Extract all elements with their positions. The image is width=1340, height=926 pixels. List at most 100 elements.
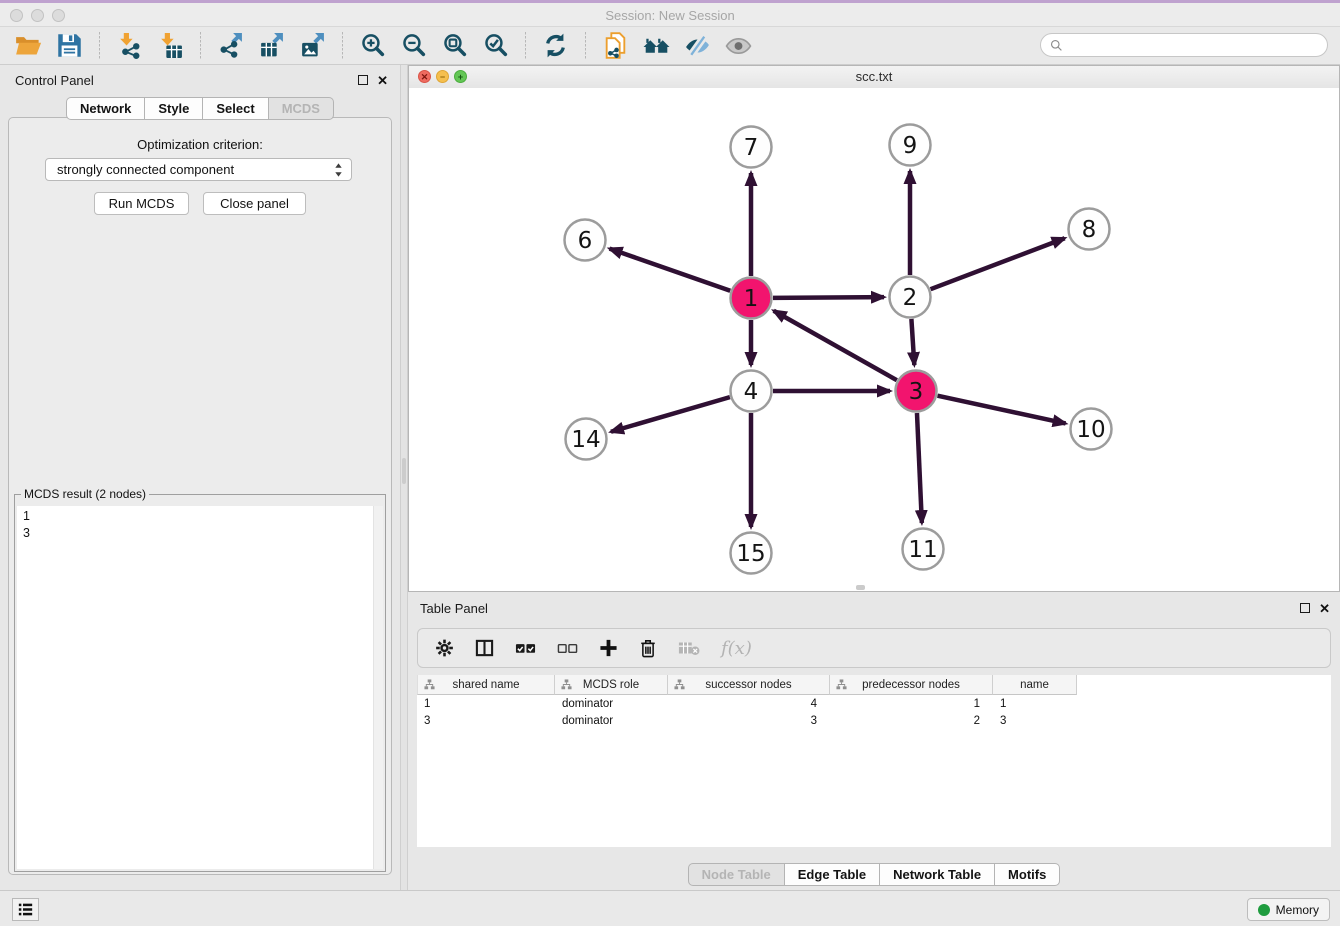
mcds-result-title: MCDS result (2 nodes) [21,487,149,501]
cell-successor-nodes[interactable]: 4 [668,698,830,715]
table-row: 3dominator323 [417,715,1331,732]
search-input[interactable] [1068,37,1327,53]
tab-network-table[interactable]: Network Table [880,863,995,886]
column-header-shared-name[interactable]: shared name [417,675,555,695]
zoom-fit-icon[interactable] [437,31,472,61]
splitter-grip[interactable] [402,458,406,484]
network-canvas[interactable]: 7968124314101511 [409,88,1339,591]
toolbar-separator [99,32,100,60]
function-builder-icon: f(x) [721,638,752,659]
zoom-in-icon[interactable] [355,31,390,61]
run-mcds-button[interactable]: Run MCDS [94,192,189,215]
save-icon[interactable] [52,31,87,61]
table-toolbar: f(x) [417,628,1331,668]
mcds-result-area[interactable]: 13 [17,506,383,869]
tab-mcds[interactable]: MCDS [269,97,334,120]
unselect-all-icon[interactable] [557,638,578,658]
refresh-icon[interactable] [538,31,573,61]
table-row: 1dominator411 [417,698,1331,715]
zoom-out-icon[interactable] [396,31,431,61]
edge-2-3[interactable] [911,319,914,365]
memory-button[interactable]: Memory [1247,898,1330,921]
cell-predecessor-nodes[interactable]: 1 [830,698,993,715]
export-table-icon[interactable] [254,31,289,61]
node-table: shared nameMCDS rolesuccessor nodesprede… [417,675,1331,847]
edge-1-2[interactable] [773,297,884,298]
tab-style[interactable]: Style [145,97,203,120]
toolbar-separator [585,32,586,60]
tab-node-table[interactable]: Node Table [688,863,785,886]
hide-eye-icon[interactable] [680,31,715,61]
memory-status-icon [1258,904,1270,916]
open-folder-icon[interactable] [11,31,46,61]
home-icon[interactable] [639,31,674,61]
table-body: 1dominator4113dominator323 [417,698,1331,732]
network-graph[interactable]: 7968124314101511 [409,88,1339,591]
network-window-titlebar[interactable]: ✕ − + scc.txt [409,66,1339,89]
criterion-select[interactable]: strongly connected component [45,158,352,181]
node-label: 10 [1076,417,1105,443]
cell-name[interactable]: 1 [993,698,1077,715]
node-label: 7 [744,135,759,161]
result-scrollbar[interactable] [373,506,383,869]
tab-edge-table[interactable]: Edge Table [785,863,880,886]
node-label: 6 [578,228,593,254]
column-header-successor-nodes[interactable]: successor nodes [668,675,830,695]
toolbar-separator [342,32,343,60]
table-panel-title: Table Panel [420,601,488,616]
gear-icon[interactable] [435,638,454,658]
float-table-panel-icon[interactable] [1300,603,1310,613]
import-table-icon[interactable] [153,31,188,61]
import-network-icon[interactable] [112,31,147,61]
select-all-icon[interactable] [515,638,536,658]
column-header-name[interactable]: name [993,675,1077,695]
tab-select[interactable]: Select [203,97,268,120]
cell-shared-name[interactable]: 1 [417,698,555,715]
control-panel-title: Control Panel [15,73,94,88]
split-column-icon[interactable] [475,638,494,658]
list-icon [17,902,34,917]
edge-1-6[interactable] [610,249,731,291]
zoom-selected-icon[interactable] [478,31,513,61]
table-panel: Table Panel ✕ f(x) shared nameMCDS roles… [408,595,1340,890]
memory-label: Memory [1276,903,1319,917]
tab-network[interactable]: Network [66,97,145,120]
canvas-scroll-grip[interactable] [856,585,865,590]
add-icon[interactable] [599,638,618,658]
cell-mcds-role[interactable]: dominator [555,715,668,732]
show-eye-icon[interactable] [721,31,756,61]
node-label: 9 [903,133,918,159]
close-table-panel-icon[interactable]: ✕ [1319,602,1330,615]
edge-4-14[interactable] [611,397,730,432]
search-box[interactable] [1040,33,1328,57]
cell-mcds-role[interactable]: dominator [555,698,668,715]
cell-name[interactable]: 3 [993,715,1077,732]
export-network-icon[interactable] [213,31,248,61]
network-window-title: scc.txt [409,69,1339,84]
float-panel-icon[interactable] [358,75,368,85]
window-titlebar: Session: New Session [0,0,1340,27]
task-history-button[interactable] [12,898,39,921]
edge-3-10[interactable] [937,396,1065,424]
toolbar-separator [200,32,201,60]
toolbar-separator [525,32,526,60]
cell-shared-name[interactable]: 3 [417,715,555,732]
cell-successor-nodes[interactable]: 3 [668,715,830,732]
column-header-predecessor-nodes[interactable]: predecessor nodes [830,675,993,695]
column-header-mcds-role[interactable]: MCDS role [555,675,668,695]
network-file-icon[interactable] [598,31,633,61]
close-panel-icon[interactable]: ✕ [377,74,388,87]
table-header-row: shared nameMCDS rolesuccessor nodesprede… [417,675,1331,695]
application-window: Session: New Session Control Panel ✕ Net… [0,0,1340,926]
delete-icon[interactable] [639,638,657,658]
table-panel-tabs: Node TableEdge TableNetwork TableMotifs [408,863,1340,886]
vertical-splitter[interactable] [400,65,408,890]
tab-motifs[interactable]: Motifs [995,863,1060,886]
edge-2-8[interactable] [931,238,1065,289]
close-panel-button[interactable]: Close panel [203,192,306,215]
node-label: 15 [736,541,765,567]
edge-3-1[interactable] [774,311,897,380]
export-image-icon[interactable] [295,31,330,61]
cell-predecessor-nodes[interactable]: 2 [830,715,993,732]
edge-3-11[interactable] [917,413,922,523]
